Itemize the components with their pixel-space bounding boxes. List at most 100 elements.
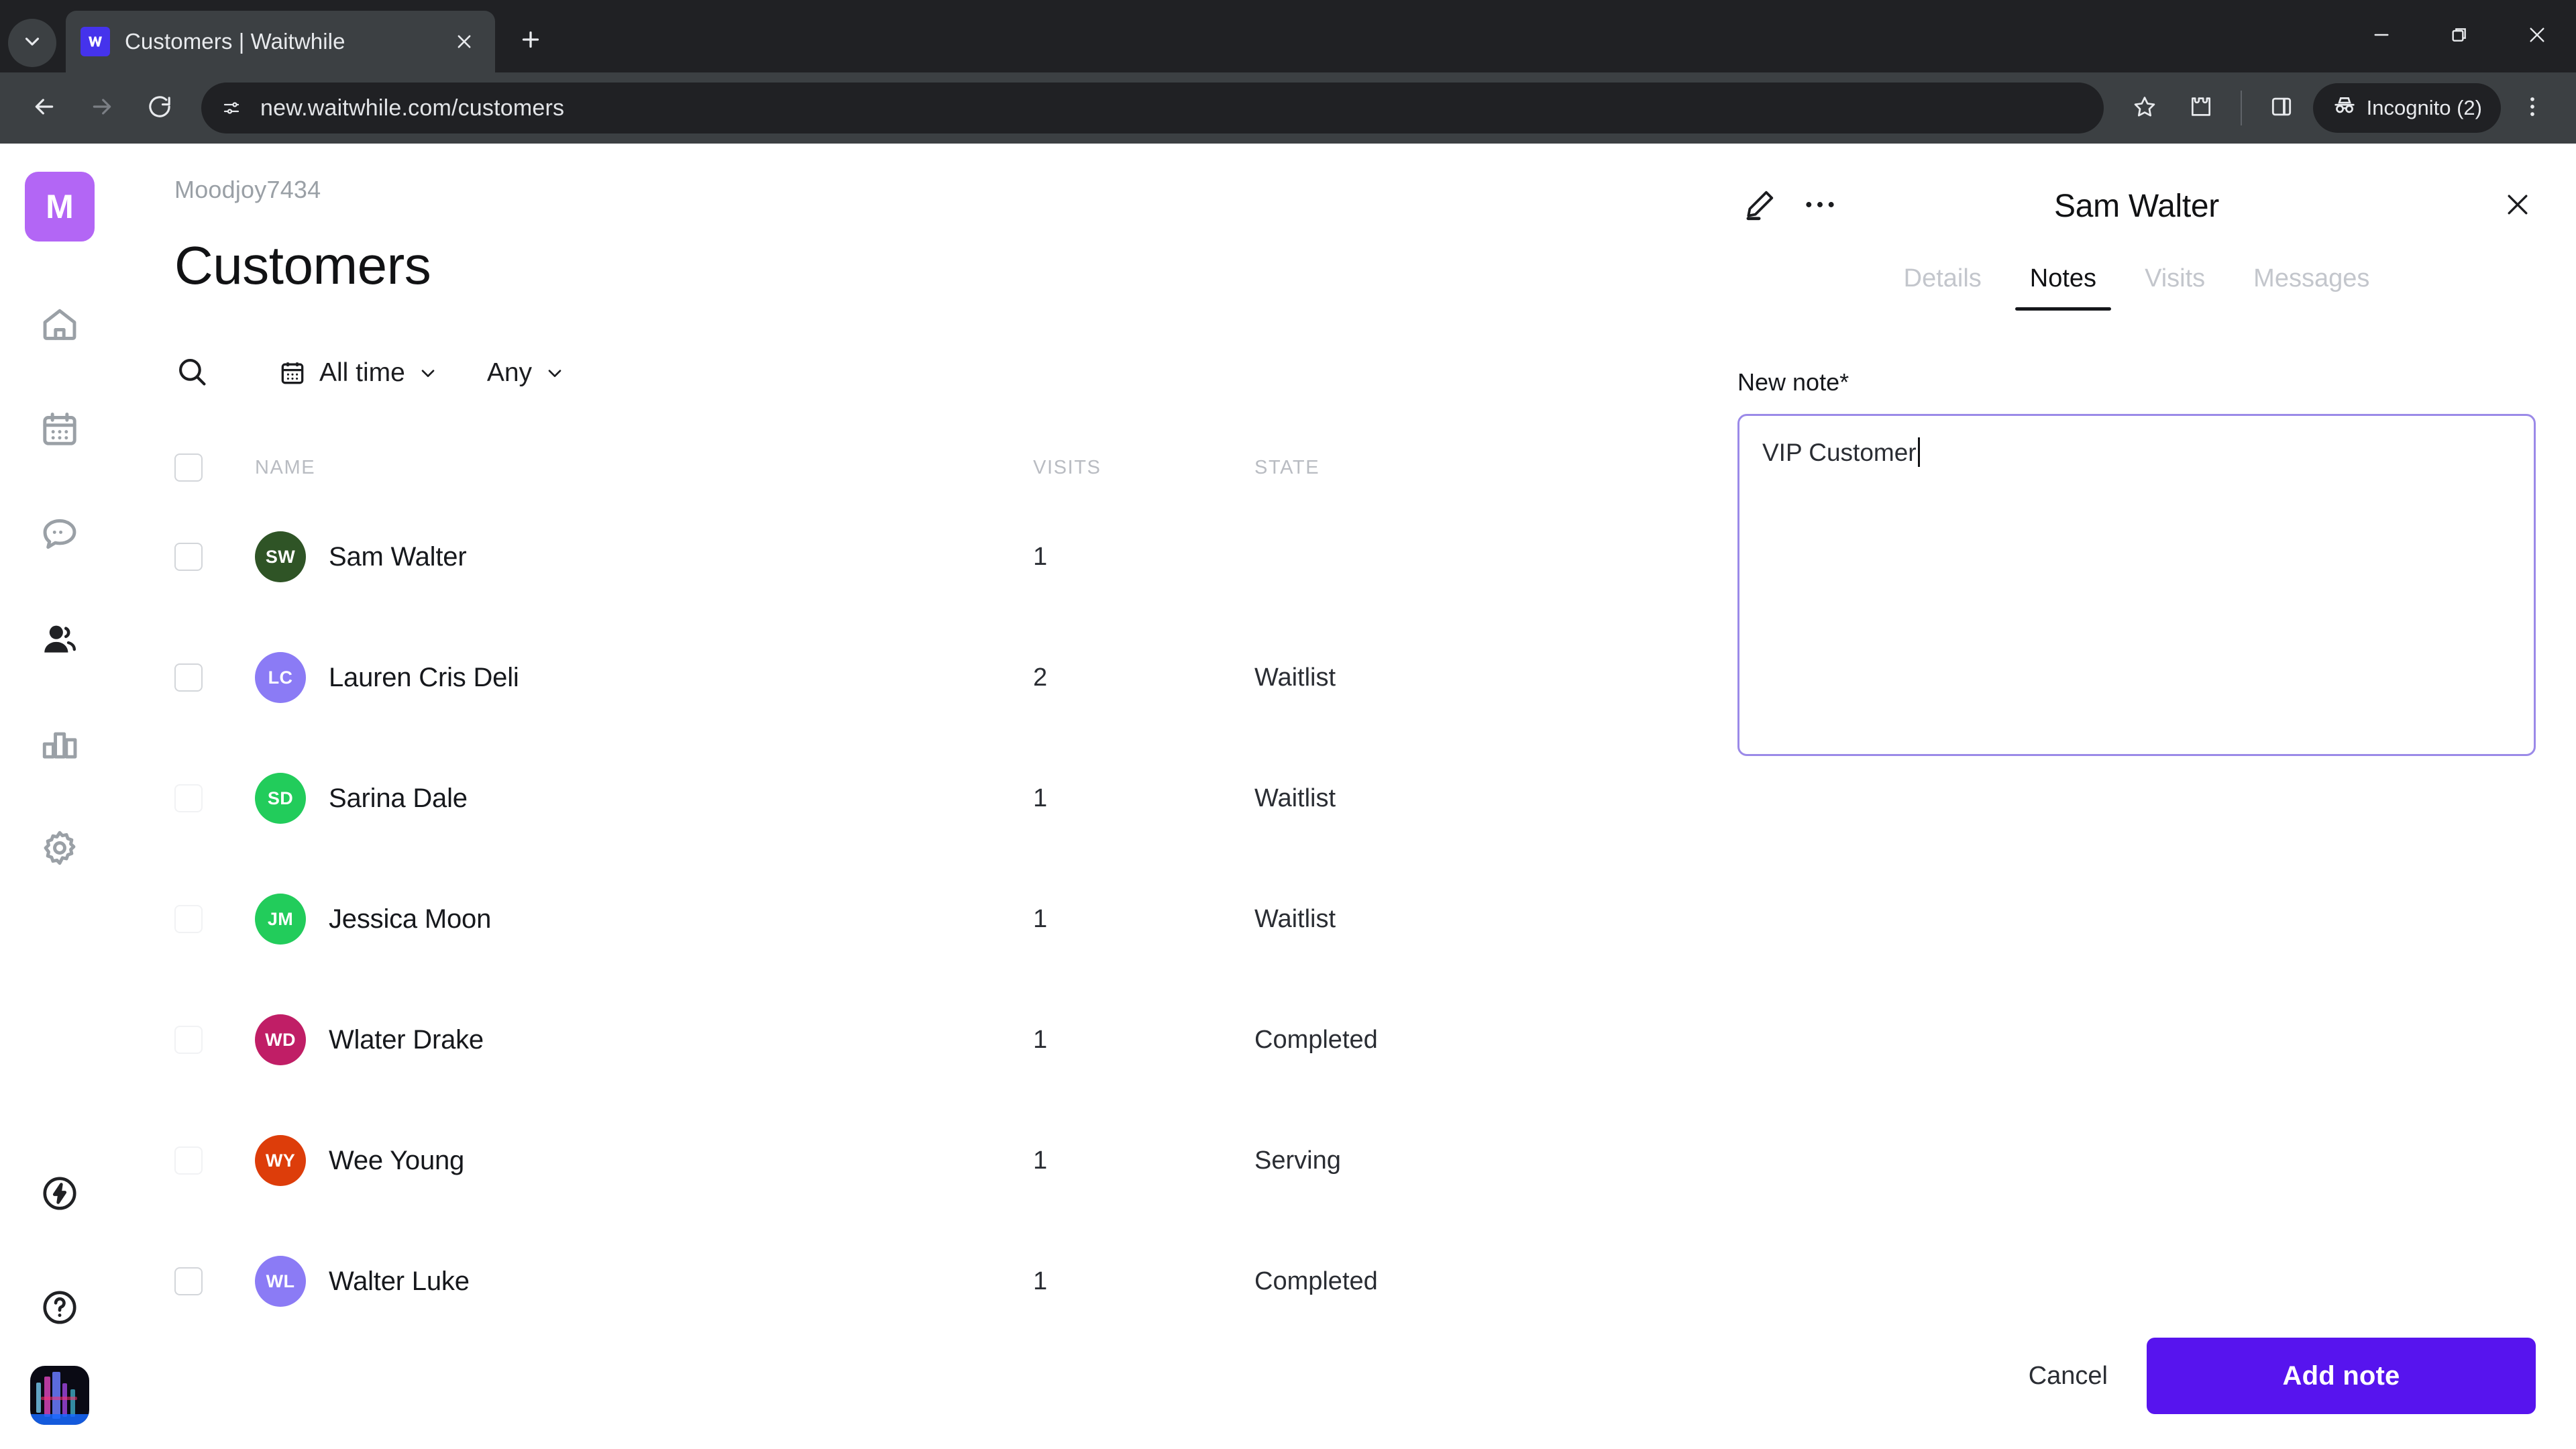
browser-menu-button[interactable]	[2508, 83, 2557, 133]
close-icon[interactable]	[448, 25, 480, 58]
customer-name-cell[interactable]: JM Jessica Moon	[255, 894, 1033, 945]
side-panel-button[interactable]	[2257, 83, 2306, 133]
pencil-icon	[1741, 186, 1778, 226]
visits-cell: 1	[1033, 542, 1048, 571]
avatar: WY	[255, 1135, 306, 1186]
column-header-name[interactable]: NAME	[255, 457, 1033, 479]
avatar: SW	[255, 531, 306, 582]
back-button[interactable]	[19, 83, 70, 133]
table-row[interactable]: JM Jessica Moon 1 Waitlist	[174, 859, 1617, 979]
new-note-label-text: New note	[1737, 368, 1840, 396]
window-minimize-button[interactable]	[2343, 0, 2420, 72]
avatar: LC	[255, 652, 306, 703]
tab-details[interactable]: Details	[1880, 264, 2006, 311]
browser-tab[interactable]: Customers | Waitwhile	[66, 11, 495, 72]
sidebar-item-settings[interactable]	[19, 797, 100, 902]
search-button[interactable]	[174, 349, 239, 397]
sidebar-item-help[interactable]	[19, 1252, 100, 1366]
row-select-cell[interactable]	[174, 905, 255, 933]
customer-name: Sarina Dale	[329, 783, 468, 813]
sidebar-item-home[interactable]	[19, 274, 100, 378]
row-select-cell[interactable]	[174, 784, 255, 812]
row-checkbox[interactable]	[174, 1146, 203, 1175]
row-select-cell[interactable]	[174, 543, 255, 571]
add-note-button[interactable]: Add note	[2147, 1338, 2536, 1414]
forward-button[interactable]	[76, 83, 127, 133]
customer-name: Jessica Moon	[329, 904, 492, 934]
window-maximize-button[interactable]	[2420, 0, 2498, 72]
panel-title: Sam Walter	[2054, 188, 2219, 224]
sidebar-item-analytics[interactable]	[19, 692, 100, 797]
customer-detail-panel: Sam Walter Details Notes Visits Messages…	[1697, 144, 2576, 1449]
bar-chart-icon	[39, 722, 80, 767]
column-header-visits[interactable]: VISITS	[1033, 457, 1254, 479]
table-row[interactable]: WL Walter Luke 1 Completed	[174, 1221, 1617, 1342]
row-checkbox[interactable]	[174, 1267, 203, 1295]
table-row[interactable]: WD Wlater Drake 1 Completed	[174, 979, 1617, 1100]
new-note-textarea[interactable]: VIP Customer	[1737, 414, 2536, 756]
reload-button[interactable]	[134, 83, 185, 133]
tab-notes[interactable]: Notes	[2006, 264, 2121, 311]
customer-name-cell[interactable]: LC Lauren Cris Deli	[255, 652, 1033, 703]
customer-name-cell[interactable]: WD Wlater Drake	[255, 1014, 1033, 1065]
customer-name: Wlater Drake	[329, 1024, 484, 1055]
row-checkbox[interactable]	[174, 663, 203, 692]
avatar[interactable]	[30, 1366, 89, 1425]
customer-name-cell[interactable]: WY Wee Young	[255, 1135, 1033, 1186]
row-select-cell[interactable]	[174, 663, 255, 692]
forward-arrow-icon	[89, 93, 115, 123]
customers-table: NAME VISITS STATE SW Sam Walter 1 LC Lauren …	[174, 439, 1617, 1342]
sidebar-item-integrations[interactable]	[19, 1138, 100, 1252]
select-all-checkbox[interactable]	[174, 453, 203, 482]
table-row[interactable]: SW Sam Walter 1	[174, 496, 1617, 617]
customer-name-cell[interactable]: WL Walter Luke	[255, 1256, 1033, 1307]
tab-visits[interactable]: Visits	[2121, 264, 2229, 311]
cancel-button[interactable]: Cancel	[1990, 1339, 2147, 1413]
sidebar-item-schedule[interactable]	[19, 378, 100, 483]
row-checkbox[interactable]	[174, 1026, 203, 1054]
column-header-state[interactable]: STATE	[1254, 457, 1617, 479]
customer-name-cell[interactable]: SW Sam Walter	[255, 531, 1033, 582]
waitwhile-app: M Moodjoy7434 Customers All time Any NAM…	[0, 144, 2576, 1449]
state-filter-label: Any	[486, 358, 533, 387]
customers-page: Moodjoy7434 Customers All time Any NAME …	[119, 144, 2576, 1449]
table-row[interactable]: SD Sarina Dale 1 Waitlist	[174, 738, 1617, 859]
toolbar-divider	[2240, 91, 2242, 125]
people-icon	[39, 618, 80, 663]
window-close-button[interactable]	[2498, 0, 2576, 72]
waitwhile-logo-icon	[80, 27, 110, 56]
new-tab-button[interactable]	[507, 17, 554, 64]
bookmark-button[interactable]	[2120, 83, 2169, 133]
row-checkbox[interactable]	[174, 784, 203, 812]
panel-header: Sam Walter	[1737, 144, 2536, 268]
reload-icon	[146, 93, 173, 123]
table-row[interactable]: LC Lauren Cris Deli 2 Waitlist	[174, 617, 1617, 738]
select-all-cell[interactable]	[174, 453, 255, 482]
edit-customer-button[interactable]	[1737, 184, 1782, 228]
new-note-value: VIP Customer	[1762, 439, 1917, 466]
more-actions-button[interactable]	[1795, 184, 1845, 228]
date-range-filter[interactable]: All time	[268, 349, 448, 397]
sidebar-item-customers[interactable]	[19, 588, 100, 692]
sidebar-item-messages[interactable]	[19, 483, 100, 588]
close-panel-button[interactable]	[2494, 182, 2541, 229]
row-select-cell[interactable]	[174, 1267, 255, 1295]
page-settings-icon[interactable]	[216, 93, 247, 123]
address-bar[interactable]: new.waitwhile.com/customers	[201, 83, 2104, 133]
row-checkbox[interactable]	[174, 905, 203, 933]
row-checkbox[interactable]	[174, 543, 203, 571]
chat-bubble-icon	[39, 513, 80, 558]
customer-name-cell[interactable]: SD Sarina Dale	[255, 773, 1033, 824]
state-cell: Waitlist	[1254, 663, 1336, 692]
workspace-logo[interactable]: M	[25, 172, 95, 241]
new-note-label: New note*	[1737, 368, 2536, 396]
row-select-cell[interactable]	[174, 1026, 255, 1054]
state-filter[interactable]: Any	[478, 349, 575, 397]
row-select-cell[interactable]	[174, 1146, 255, 1175]
state-cell: Completed	[1254, 1025, 1378, 1054]
table-row[interactable]: WY Wee Young 1 Serving	[174, 1100, 1617, 1221]
extensions-button[interactable]	[2176, 83, 2226, 133]
incognito-indicator[interactable]: Incognito (2)	[2312, 83, 2501, 133]
tab-messages[interactable]: Messages	[2229, 264, 2394, 311]
tab-search-button[interactable]	[8, 19, 56, 67]
